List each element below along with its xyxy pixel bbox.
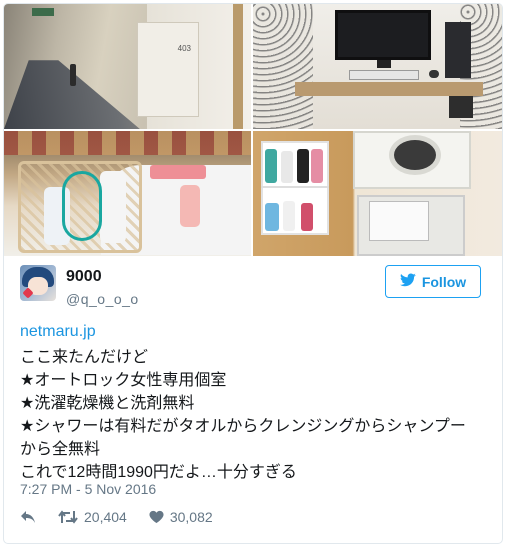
tweet-actions: 20,404 30,082 xyxy=(20,507,213,527)
tweet-line: ★洗濯乾燥機と洗剤無料 xyxy=(20,395,195,412)
retweet-button[interactable]: 20,404 xyxy=(58,509,127,525)
photo-sink-toiletries[interactable] xyxy=(4,131,251,256)
tweet-text: ここ来たんだけど ★オートロック女性専用個室 ★洗濯乾燥機と洗剤無料 ★シャワー… xyxy=(20,346,490,484)
user-handle[interactable]: @q_o_o_o xyxy=(66,291,139,307)
retweet-count: 20,404 xyxy=(84,509,127,525)
tweet-timestamp[interactable]: 7:27 PM - 5 Nov 2016 xyxy=(20,481,156,497)
photo-laundry-machines[interactable] xyxy=(253,131,502,256)
photo-hallway[interactable]: 403 xyxy=(4,4,251,129)
twitter-bird-icon xyxy=(399,273,416,290)
reply-icon xyxy=(20,510,36,524)
avatar[interactable] xyxy=(20,265,56,301)
like-count: 30,082 xyxy=(169,509,213,525)
reply-button[interactable] xyxy=(20,510,36,524)
display-name[interactable]: 9000 xyxy=(66,268,102,286)
tweet-line: ★オートロック女性専用個室 xyxy=(20,372,227,389)
photo-desk-booth[interactable] xyxy=(253,4,502,129)
tweet-line: ★シャワーは有料だがタオルからクレンジングからシャンプー xyxy=(20,418,466,435)
door-number: 403 xyxy=(177,44,191,53)
follow-label: Follow xyxy=(421,273,467,290)
follow-button[interactable]: Follow xyxy=(385,265,481,298)
retweet-icon xyxy=(58,510,78,524)
tweet-line: ここ来たんだけど xyxy=(20,349,149,366)
tweet-line: から全無料 xyxy=(20,441,101,458)
photo-grid: 403 xyxy=(4,4,502,256)
heart-icon xyxy=(149,510,164,524)
like-button[interactable]: 30,082 xyxy=(149,509,213,525)
tweet-link[interactable]: netmaru.jp xyxy=(20,323,96,341)
